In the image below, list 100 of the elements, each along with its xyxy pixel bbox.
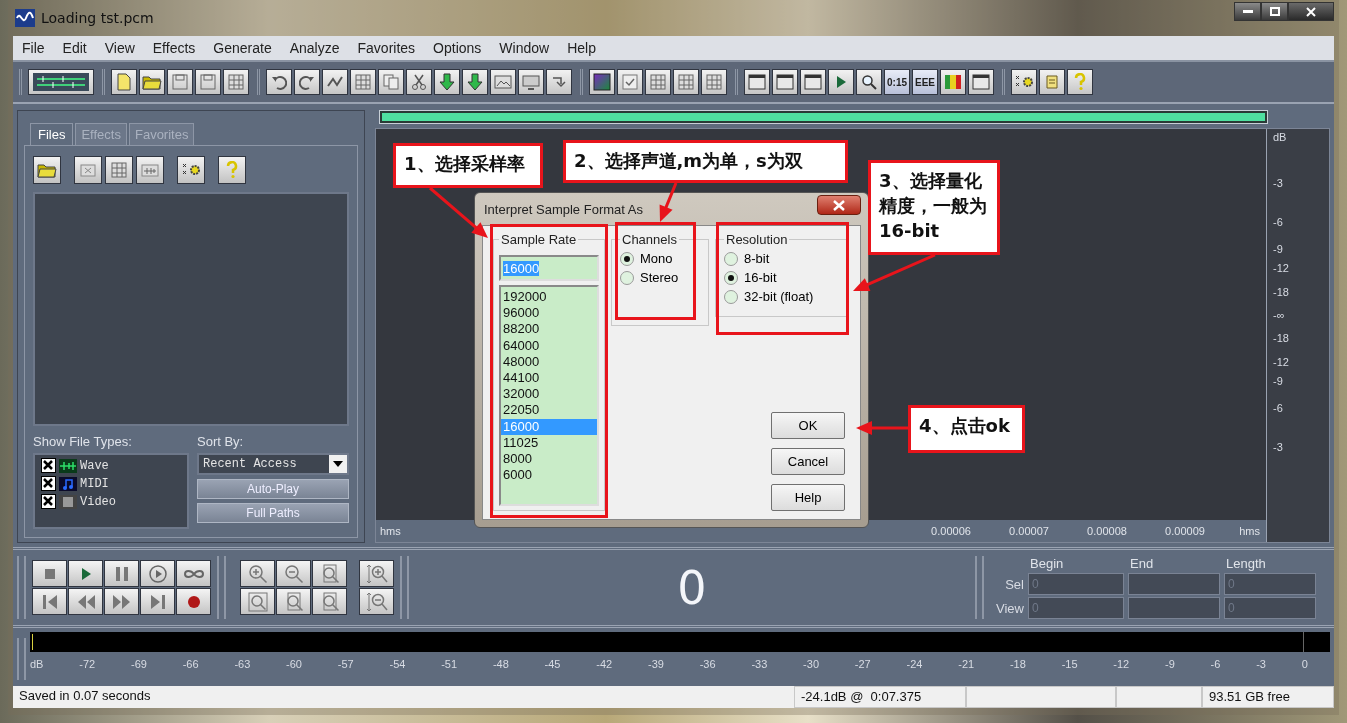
sample-rate-list[interactable]: 192000 96000 88200 64000 48000 44100 32000 22050 16000 11025 8000 6000	[499, 285, 599, 506]
dialog-button[interactable]: Help	[771, 484, 845, 511]
toolbar-button[interactable]	[1067, 69, 1093, 95]
toolbar-button[interactable]	[1011, 69, 1037, 95]
panel-button[interactable]	[105, 156, 133, 184]
zoom-button[interactable]	[312, 588, 347, 615]
menu-item[interactable]: Options	[424, 40, 491, 56]
toolbar-button[interactable]	[1039, 69, 1065, 95]
zoom-button[interactable]	[276, 560, 311, 587]
panel-button[interactable]	[218, 156, 246, 184]
list-item[interactable]: 22050	[501, 402, 597, 419]
zoom-button[interactable]	[312, 560, 347, 587]
toolbar-button[interactable]	[322, 69, 348, 95]
checkbox[interactable]	[41, 458, 56, 473]
panel-button[interactable]	[136, 156, 164, 184]
transport-button[interactable]	[140, 588, 175, 615]
list-item[interactable]: 6000	[501, 467, 597, 484]
toolbar-button[interactable]	[617, 69, 643, 95]
toolbar-grip[interactable]	[217, 556, 226, 619]
toolbar-button[interactable]	[828, 69, 854, 95]
toolbar-grip[interactable]	[17, 638, 26, 680]
list-item[interactable]: 88200	[501, 321, 597, 338]
list-item[interactable]: 44100	[501, 370, 597, 387]
menu-item[interactable]: Generate	[204, 40, 281, 56]
menu-item[interactable]: View	[95, 40, 144, 56]
zoom-button[interactable]	[240, 560, 275, 587]
toolbar-button[interactable]	[406, 69, 432, 95]
toolbar-button[interactable]	[518, 69, 544, 95]
toolbar-button[interactable]	[223, 69, 249, 95]
list-item[interactable]: 32000	[501, 386, 597, 403]
toolbar-button[interactable]	[744, 69, 770, 95]
dialog-button[interactable]: Cancel	[771, 448, 845, 475]
minimize-button[interactable]	[1234, 2, 1261, 21]
toolbar-button[interactable]	[589, 69, 615, 95]
toolbar-grip[interactable]	[975, 556, 984, 619]
time-field[interactable]	[1128, 573, 1220, 595]
toolbar-button[interactable]	[266, 69, 292, 95]
menu-item[interactable]: Edit	[53, 40, 96, 56]
radio-button[interactable]	[724, 289, 738, 304]
maximize-button[interactable]	[1261, 2, 1288, 21]
toolbar-button[interactable]: 0:15	[884, 69, 910, 95]
toolbar-button[interactable]	[645, 69, 671, 95]
panel-tab[interactable]: Files	[30, 123, 74, 146]
transport-button[interactable]	[68, 588, 103, 615]
toolbar-button[interactable]	[940, 69, 966, 95]
toolbar-button[interactable]	[968, 69, 994, 95]
zoom-button[interactable]	[276, 588, 311, 615]
list-item[interactable]: 96000	[501, 305, 597, 322]
transport-button[interactable]	[104, 588, 139, 615]
transport-button[interactable]	[140, 560, 175, 587]
toolbar-button[interactable]	[800, 69, 826, 95]
radio-button[interactable]	[620, 251, 634, 266]
menu-item[interactable]: Window	[490, 40, 559, 56]
toolbar-button[interactable]	[772, 69, 798, 95]
transport-button[interactable]	[176, 560, 211, 587]
toolbar-button[interactable]	[434, 69, 460, 95]
radio-button[interactable]	[724, 270, 738, 285]
toolbar-button[interactable]	[673, 69, 699, 95]
toolbar-button[interactable]	[294, 69, 320, 95]
list-item[interactable]: 11025	[501, 434, 597, 452]
list-item[interactable]: 192000	[501, 289, 597, 306]
toolbar-button[interactable]	[462, 69, 488, 95]
transport-button[interactable]	[68, 560, 103, 587]
menu-item[interactable]: Analyze	[280, 40, 349, 56]
toolbar-grip[interactable]	[17, 556, 26, 619]
panel-button[interactable]	[33, 156, 61, 184]
time-field[interactable]	[1128, 597, 1220, 619]
checkbox[interactable]	[41, 476, 56, 491]
menu-item[interactable]: Effects	[143, 40, 205, 56]
toolbar-button[interactable]	[195, 69, 221, 95]
checkbox[interactable]	[41, 494, 56, 509]
toolbar-button[interactable]	[28, 69, 94, 95]
menu-item[interactable]: Favorites	[348, 40, 425, 56]
list-item[interactable]: 8000	[501, 451, 597, 468]
zoom-button[interactable]	[359, 560, 394, 587]
transport-button[interactable]	[104, 560, 139, 587]
dialog-button[interactable]: OK	[771, 412, 845, 439]
toolbar-button[interactable]	[350, 69, 376, 95]
toolbar-button[interactable]: EEE	[912, 69, 938, 95]
menu-item[interactable]: Help	[558, 40, 605, 56]
panel-button[interactable]	[74, 156, 102, 184]
toolbar-button[interactable]	[490, 69, 516, 95]
toolbar-button[interactable]	[856, 69, 882, 95]
list-item[interactable]: 64000	[501, 337, 597, 354]
toolbar-grip[interactable]	[400, 556, 409, 619]
list-item[interactable]: 48000	[501, 353, 597, 370]
close-button[interactable]	[817, 195, 861, 215]
close-button[interactable]	[1288, 2, 1334, 21]
toolbar-button[interactable]	[139, 69, 165, 95]
transport-button[interactable]	[176, 588, 211, 615]
toolbar-button[interactable]	[167, 69, 193, 95]
toolbar-button[interactable]	[111, 69, 137, 95]
toolbar-button[interactable]	[546, 69, 572, 95]
sort-dropdown[interactable]: Recent Access	[197, 453, 349, 475]
toolbar-button[interactable]	[378, 69, 404, 95]
toolbar-button[interactable]	[701, 69, 727, 95]
zoom-button[interactable]	[359, 588, 394, 615]
radio-button[interactable]	[620, 270, 634, 285]
zoom-button[interactable]	[240, 588, 275, 615]
transport-button[interactable]	[32, 560, 67, 587]
